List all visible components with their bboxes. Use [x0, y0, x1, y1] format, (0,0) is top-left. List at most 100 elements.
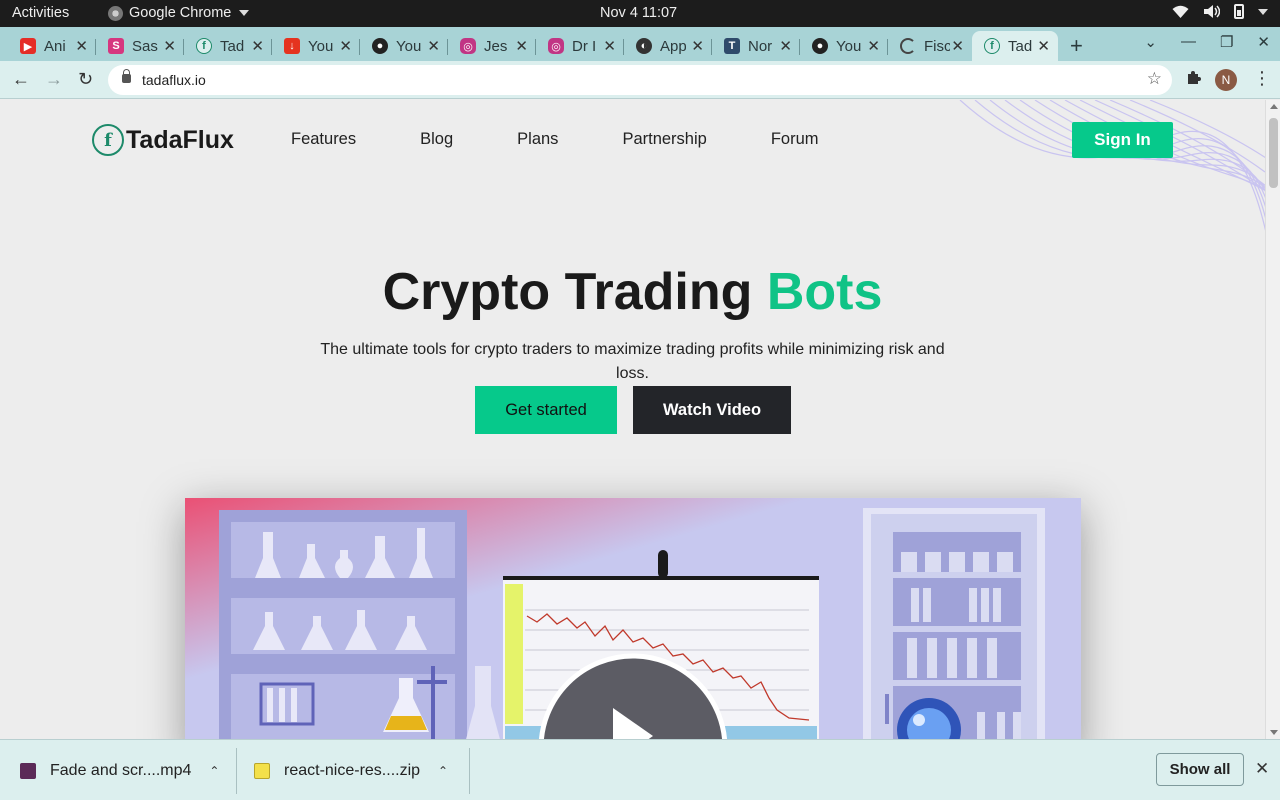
- main-nav: Features Blog Plans Partnership Forum: [291, 130, 819, 149]
- address-bar[interactable]: tadaflux.io ☆: [108, 65, 1172, 95]
- back-arrow-icon[interactable]: ←: [12, 69, 30, 90]
- hero-subtitle: The ultimate tools for crypto traders to…: [320, 341, 945, 382]
- browser-tab[interactable]: ● You ✕: [800, 31, 888, 61]
- chevron-up-icon[interactable]: ⌃: [209, 764, 219, 778]
- download-separator: [236, 748, 237, 794]
- tab-title: Dr I: [572, 37, 597, 55]
- page-viewport: f TadaFlux Features Blog Plans Partnersh…: [0, 100, 1280, 739]
- download-filename: react-nice-res....zip: [284, 761, 421, 779]
- close-tab-icon[interactable]: ✕: [339, 37, 352, 55]
- site-logo[interactable]: f TadaFlux: [92, 124, 234, 156]
- hero-title-main: Crypto Trading: [382, 263, 767, 321]
- download-item[interactable]: react-nice-res....zip ⌃: [254, 740, 448, 800]
- sign-in-button[interactable]: Sign In: [1072, 122, 1173, 158]
- download-app-icon: ↓: [284, 38, 300, 54]
- nav-link-features[interactable]: Features: [291, 130, 356, 149]
- hero-title: Crypto Trading Bots: [0, 262, 1265, 322]
- tab-title: Tad: [220, 37, 245, 55]
- download-filename: Fade and scr....mp4: [50, 761, 192, 779]
- more-menu-icon[interactable]: ⋮: [1253, 68, 1271, 89]
- scroll-up-arrow-icon[interactable]: [1270, 104, 1278, 109]
- browser-tab[interactable]: ◎ Dr I ✕: [536, 31, 624, 61]
- tab-title: Fisc: [924, 37, 950, 55]
- extensions-puzzle-icon[interactable]: [1186, 69, 1202, 85]
- close-tab-icon[interactable]: ✕: [427, 37, 440, 55]
- new-tab-button[interactable]: +: [1070, 33, 1083, 59]
- tab-title: Tad: [1008, 37, 1033, 55]
- instagram-icon: ◎: [548, 38, 564, 54]
- tray-caret-icon: [1258, 8, 1268, 15]
- browser-toolbar: ← → ↻ tadaflux.io ☆ N ⋮: [0, 61, 1280, 99]
- browser-tab-active[interactable]: f Tad ✕: [972, 31, 1058, 61]
- close-tab-icon[interactable]: ✕: [515, 37, 528, 55]
- scroll-down-arrow-icon[interactable]: [1270, 730, 1278, 735]
- reload-icon[interactable]: ↻: [78, 69, 93, 90]
- profile-avatar[interactable]: N: [1215, 69, 1237, 91]
- browser-tab[interactable]: ↓ You ✕: [272, 31, 360, 61]
- close-tab-icon[interactable]: ✕: [251, 37, 264, 55]
- close-tab-icon[interactable]: ✕: [951, 37, 964, 55]
- forward-arrow-icon[interactable]: →: [45, 69, 63, 90]
- browser-tab[interactable]: S Sas ✕: [96, 31, 184, 61]
- nav-link-plans[interactable]: Plans: [517, 130, 558, 149]
- close-tab-icon[interactable]: ✕: [867, 37, 880, 55]
- browser-tab[interactable]: Fisc ✕: [888, 31, 972, 61]
- download-item[interactable]: Fade and scr....mp4 ⌃: [20, 740, 219, 800]
- restore-icon[interactable]: ❐: [1220, 33, 1233, 51]
- tadaflux-icon: f: [984, 38, 1000, 54]
- tab-title: Nor: [748, 37, 773, 55]
- hero-title-accent: Bots: [766, 263, 883, 321]
- instagram-icon: ◎: [460, 38, 476, 54]
- close-tab-icon[interactable]: ✕: [163, 37, 176, 55]
- browser-tab[interactable]: ◐ App ✕: [624, 31, 712, 61]
- activities-button[interactable]: Activities: [12, 5, 69, 21]
- zip-file-icon: [254, 762, 270, 779]
- sass-icon: S: [108, 38, 124, 54]
- browser-tab[interactable]: f Tad ✕: [184, 31, 272, 61]
- tab-strip: ▶ Ani ✕ S Sas ✕ f Tad ✕ ↓ You ✕ ● You ✕: [0, 27, 1280, 61]
- app-menu[interactable]: Google Chrome: [108, 5, 250, 21]
- close-tab-icon[interactable]: ✕: [1037, 37, 1050, 55]
- tab-title: App: [660, 37, 686, 55]
- close-tab-icon[interactable]: ✕: [603, 37, 616, 55]
- close-window-icon[interactable]: ✕: [1257, 33, 1270, 51]
- chrome-icon: [108, 5, 123, 21]
- github-icon: ●: [372, 38, 388, 54]
- browser-tab[interactable]: ● You ✕: [360, 31, 448, 61]
- github-icon: ●: [812, 38, 828, 54]
- nav-link-partnership[interactable]: Partnership: [622, 130, 706, 149]
- globe-icon: ◐: [636, 38, 652, 54]
- volume-icon: [1204, 5, 1220, 18]
- scrollbar-thumb[interactable]: [1269, 118, 1278, 188]
- bookmark-star-icon[interactable]: ☆: [1147, 69, 1162, 89]
- tadaflux-logo-icon: f: [92, 124, 124, 156]
- minimize-icon[interactable]: —: [1181, 33, 1196, 51]
- youtube-icon: ▶: [20, 38, 36, 54]
- lock-icon: [122, 69, 131, 83]
- system-tray[interactable]: [1172, 4, 1268, 19]
- close-tab-icon[interactable]: ✕: [75, 37, 88, 55]
- get-started-button[interactable]: Get started: [475, 386, 617, 434]
- watch-video-button[interactable]: Watch Video: [633, 386, 791, 434]
- browser-tab[interactable]: ▶ Ani ✕: [8, 31, 96, 61]
- app-menu-label: Google Chrome: [129, 5, 232, 21]
- browser-tab[interactable]: ◎ Jes ✕: [448, 31, 536, 61]
- battery-icon: [1234, 4, 1244, 19]
- tab-title: Jes: [484, 37, 508, 55]
- wifi-icon: [1172, 5, 1189, 18]
- download-separator: [469, 748, 470, 794]
- downloads-shelf: Fade and scr....mp4 ⌃ react-nice-res....…: [0, 739, 1280, 800]
- clock[interactable]: Nov 4 11:07: [600, 5, 677, 21]
- close-tab-icon[interactable]: ✕: [779, 37, 792, 55]
- nav-link-blog[interactable]: Blog: [420, 130, 453, 149]
- close-tab-icon[interactable]: ✕: [691, 37, 704, 55]
- loading-spinner-icon: [900, 38, 916, 54]
- nav-link-forum[interactable]: Forum: [771, 130, 819, 149]
- hero-video-illustration[interactable]: [185, 498, 1081, 739]
- tab-search-icon[interactable]: ⌄: [1144, 33, 1157, 51]
- close-icon[interactable]: ✕: [1255, 759, 1269, 779]
- show-all-downloads-button[interactable]: Show all: [1156, 753, 1244, 786]
- browser-tab[interactable]: T Nor ✕: [712, 31, 800, 61]
- chevron-up-icon[interactable]: ⌃: [438, 764, 448, 778]
- page-scrollbar[interactable]: [1265, 100, 1280, 739]
